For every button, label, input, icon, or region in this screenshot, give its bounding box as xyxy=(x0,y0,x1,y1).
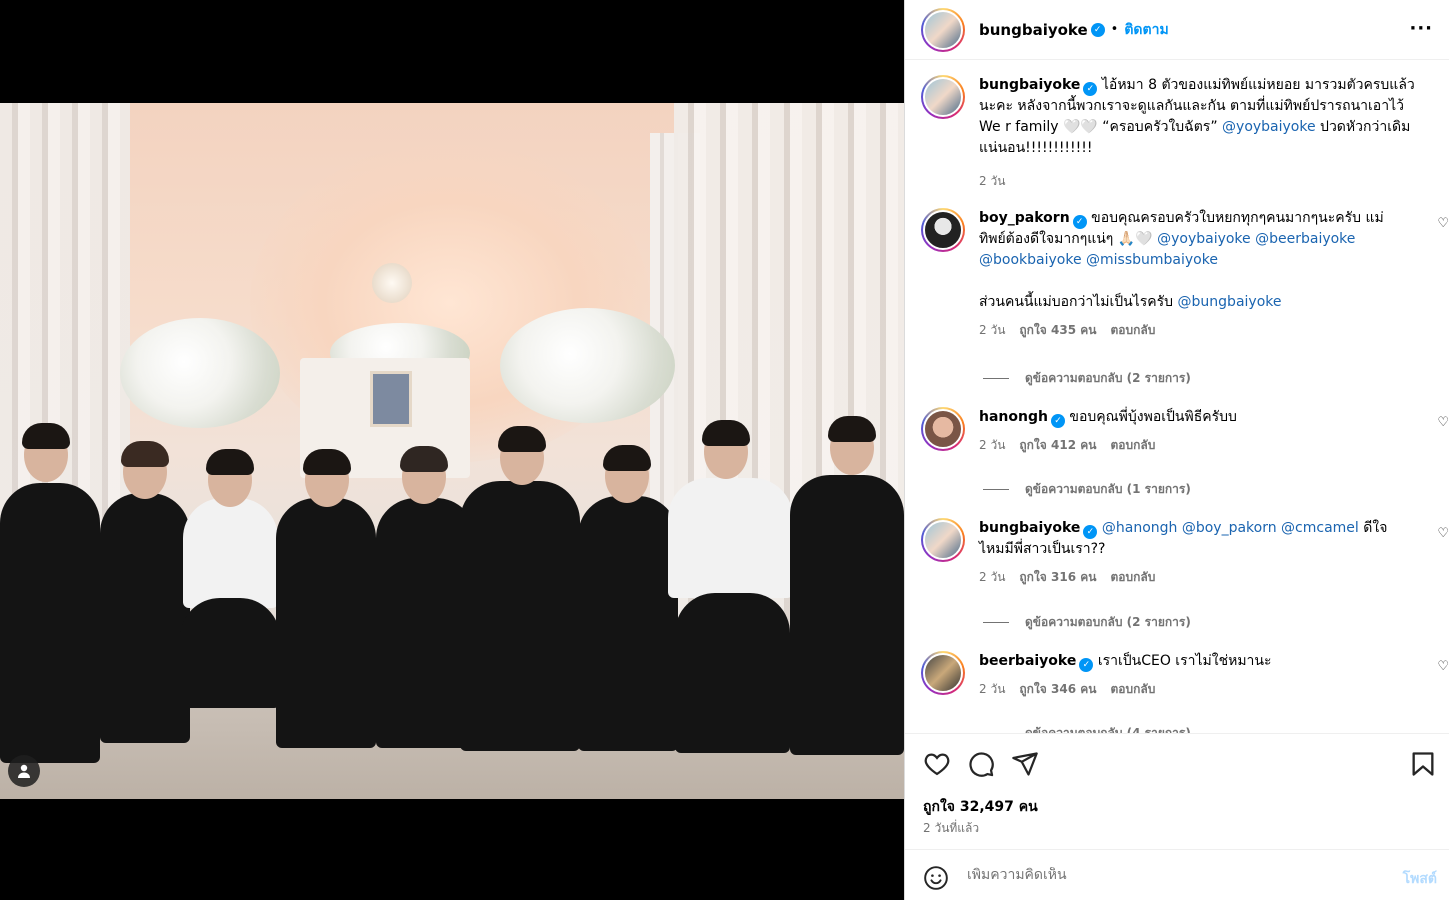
post-photo[interactable] xyxy=(0,103,904,799)
avatar[interactable] xyxy=(921,7,965,52)
comment-text: ขอบคุณพี่บุ้งพอเป็นพิธีครับบ xyxy=(1069,409,1237,425)
reply-button[interactable]: ตอบกลับ xyxy=(1110,438,1155,452)
caption-time: 2 วัน xyxy=(979,174,1006,188)
reply-button[interactable]: ตอบกลับ xyxy=(1110,682,1155,696)
heart-icon[interactable]: ♡ xyxy=(1437,415,1449,430)
post-time: 2 วันที่แล้ว xyxy=(923,821,980,835)
caption-mention[interactable]: @yoybaiyoke xyxy=(1222,119,1316,135)
heart-icon[interactable]: ♡ xyxy=(1437,526,1449,541)
comment-username[interactable]: hanongh xyxy=(979,409,1048,425)
comment-item: hanongh ✓ ขอบคุณพี่บุ้งพอเป็นพิธีครับบ 2 … xyxy=(921,407,1449,456)
view-replies-button[interactable]: ดูข้อความตอบกลับ (2 รายการ) xyxy=(983,613,1191,632)
follow-button[interactable]: ติดตาม xyxy=(1124,19,1168,41)
comment-composer: โพสต์ xyxy=(905,849,1449,900)
reply-button[interactable]: ตอบกลับ xyxy=(1110,323,1155,337)
verified-icon: ✓ xyxy=(1083,525,1098,539)
heart-icon[interactable]: ♡ xyxy=(1437,659,1449,674)
verified-icon: ✓ xyxy=(1079,658,1094,672)
avatar[interactable] xyxy=(921,208,965,252)
view-replies-button[interactable]: ดูข้อความตอบกลับ (2 รายการ) xyxy=(983,369,1191,388)
verified-icon: ✓ xyxy=(1090,22,1105,37)
post-side-panel: bungbaiyoke ✓ • ติดตาม ··· bungbaiyoke ✓ … xyxy=(904,0,1449,900)
comment-text: เราเป็นCEO เราไม่ใช่หมานะ xyxy=(1097,653,1272,669)
comment-icon[interactable] xyxy=(967,750,995,778)
comment-likes[interactable]: ถูกใจ 316 คน xyxy=(1019,570,1096,584)
comment-item: boy_pakorn ✓ ขอบคุณครอบครัวใบหยกทุกๆคนมาก… xyxy=(921,208,1449,341)
bookmark-icon[interactable] xyxy=(1409,750,1437,778)
post-header: bungbaiyoke ✓ • ติดตาม ··· xyxy=(905,0,1449,60)
like-count[interactable]: ถูกใจ 32,497 คน xyxy=(923,796,1038,818)
comment-item: beerbaiyoke ✓ เราเป็นCEO เราไม่ใช่หมานะ 2… xyxy=(921,651,1449,700)
caption: bungbaiyoke ✓ ไอ้หมา 8 ตัวของแม่ทิพย์แม่ห… xyxy=(921,75,1441,192)
emoji-icon[interactable] xyxy=(923,865,949,891)
avatar[interactable] xyxy=(921,651,965,695)
post-actions: ถูกใจ 32,497 คน 2 วันที่แล้ว xyxy=(905,733,1449,849)
avatar[interactable] xyxy=(921,407,965,451)
reply-button[interactable]: ตอบกลับ xyxy=(1110,570,1155,584)
avatar[interactable] xyxy=(921,75,965,119)
comment-likes[interactable]: ถูกใจ 412 คน xyxy=(1019,438,1096,452)
comment-likes[interactable]: ถูกใจ 435 คน xyxy=(1019,323,1096,337)
post-button[interactable]: โพสต์ xyxy=(1403,868,1437,890)
comment-time: 2 วัน xyxy=(979,570,1006,584)
comment-item: bungbaiyoke ✓ @hanongh @boy_pakorn @cmcam… xyxy=(921,518,1449,588)
avatar[interactable] xyxy=(921,518,965,562)
user-icon xyxy=(18,764,30,778)
heart-icon[interactable]: ♡ xyxy=(1437,216,1449,231)
comment-username[interactable]: beerbaiyoke xyxy=(979,653,1076,669)
comment-time: 2 วัน xyxy=(979,323,1006,337)
more-horizontal-icon[interactable]: ··· xyxy=(1409,18,1433,39)
comment-likes[interactable]: ถูกใจ 346 คน xyxy=(1019,682,1096,696)
view-replies-button[interactable]: ดูข้อความตอบกลับ (4 รายการ) xyxy=(983,724,1191,733)
instagram-post-view: bungbaiyoke ✓ • ติดตาม ··· bungbaiyoke ✓ … xyxy=(0,0,1449,900)
caption-username[interactable]: bungbaiyoke xyxy=(979,77,1080,93)
comment-username[interactable]: bungbaiyoke xyxy=(979,520,1080,536)
verified-icon: ✓ xyxy=(1072,215,1087,229)
comment-input[interactable] xyxy=(967,867,1367,883)
post-media xyxy=(0,0,904,900)
view-replies-button[interactable]: ดูข้อความตอบกลับ (1 รายการ) xyxy=(983,480,1191,499)
header-username[interactable]: bungbaiyoke xyxy=(979,21,1088,39)
verified-icon: ✓ xyxy=(1083,82,1098,96)
comment-username[interactable]: boy_pakorn xyxy=(979,210,1070,226)
comment-mention-2[interactable]: @bungbaiyoke xyxy=(1178,294,1282,310)
comments-list[interactable]: bungbaiyoke ✓ ไอ้หมา 8 ตัวของแม่ทิพย์แม่ห… xyxy=(905,61,1449,733)
heart-icon[interactable] xyxy=(923,750,951,778)
tagged-people-button[interactable] xyxy=(8,755,40,787)
comment-time: 2 วัน xyxy=(979,438,1006,452)
send-icon[interactable] xyxy=(1011,750,1039,778)
comment-mentions[interactable]: @hanongh @boy_pakorn @cmcamel xyxy=(1102,520,1359,536)
verified-icon: ✓ xyxy=(1050,414,1065,428)
comment-text-2: ส่วนคนนี้แม่บอกว่าไม่เป็นไรครับ xyxy=(979,294,1178,310)
comment-time: 2 วัน xyxy=(979,682,1006,696)
